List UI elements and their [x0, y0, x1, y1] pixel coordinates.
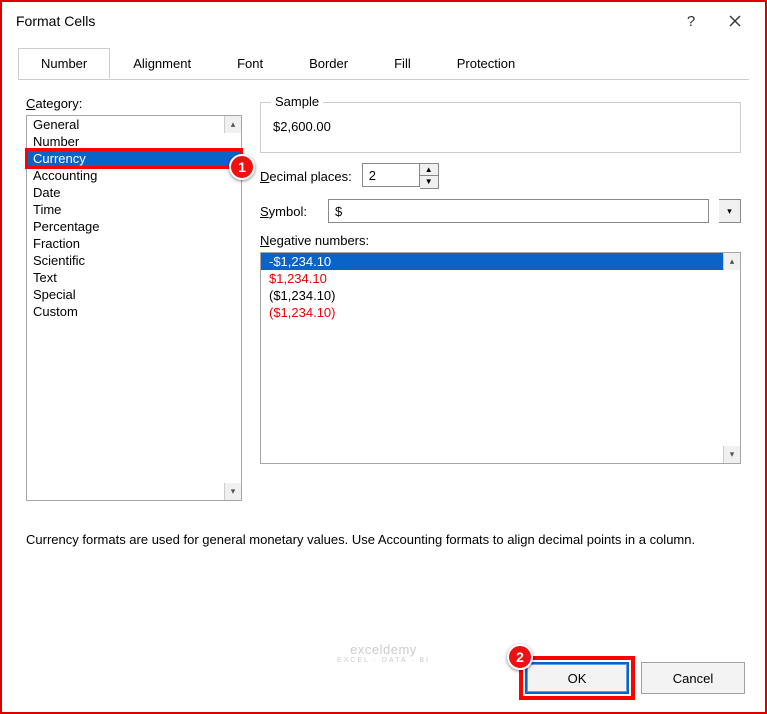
- tab-alignment[interactable]: Alignment: [110, 48, 214, 79]
- negative-scroll-down[interactable]: ▾: [723, 446, 740, 463]
- ok-button[interactable]: OK: [525, 662, 629, 694]
- tab-strip: Number Alignment Font Border Fill Protec…: [18, 48, 749, 80]
- decimal-label: Decimal places:: [260, 169, 352, 184]
- help-button[interactable]: ?: [669, 6, 713, 36]
- format-cells-dialog: Format Cells ? Number Alignment Font Bor…: [0, 0, 767, 714]
- tab-protection[interactable]: Protection: [434, 48, 539, 79]
- category-general[interactable]: General: [27, 116, 241, 133]
- negative-list[interactable]: -$1,234.10 $1,234.10 ($1,234.10) ($1,234…: [260, 252, 741, 464]
- tab-fill[interactable]: Fill: [371, 48, 434, 79]
- tab-border[interactable]: Border: [286, 48, 371, 79]
- negative-section: Negative numbers: -$1,234.10 $1,234.10 (…: [260, 233, 741, 464]
- symbol-select[interactable]: $: [328, 199, 709, 223]
- callout-2: 2: [507, 644, 533, 670]
- cancel-button[interactable]: Cancel: [641, 662, 745, 694]
- category-panel: Category: General Number Currency Accoun…: [26, 96, 242, 501]
- decimal-spinner[interactable]: ▲ ▼: [362, 163, 439, 189]
- titlebar: Format Cells ?: [2, 2, 765, 40]
- category-label: Category:: [26, 96, 242, 111]
- decimal-row: Decimal places: ▲ ▼: [260, 163, 741, 189]
- description-text: Currency formats are used for general mo…: [26, 531, 726, 549]
- category-number[interactable]: Number: [27, 133, 241, 150]
- negative-scroll-up[interactable]: ▴: [723, 253, 740, 270]
- category-scroll-down[interactable]: ▾: [224, 483, 241, 500]
- category-accounting[interactable]: Accounting: [27, 167, 241, 184]
- sample-box: Sample $2,600.00: [260, 102, 741, 153]
- category-special[interactable]: Special: [27, 286, 241, 303]
- decimal-down[interactable]: ▼: [420, 176, 438, 188]
- negative-item-1[interactable]: $1,234.10: [261, 270, 740, 287]
- category-list[interactable]: General Number Currency Accounting Date …: [26, 115, 242, 501]
- watermark: exceldemy EXCEL · DATA · BI: [337, 642, 430, 664]
- category-text[interactable]: Text: [27, 269, 241, 286]
- category-time[interactable]: Time: [27, 201, 241, 218]
- category-currency[interactable]: Currency: [27, 150, 241, 167]
- decimal-input[interactable]: [362, 163, 420, 187]
- negative-item-2[interactable]: ($1,234.10): [261, 287, 740, 304]
- category-scientific[interactable]: Scientific: [27, 252, 241, 269]
- tab-font[interactable]: Font: [214, 48, 286, 79]
- symbol-label: Symbol:: [260, 204, 318, 219]
- negative-item-3[interactable]: ($1,234.10): [261, 304, 740, 321]
- button-bar: 2 OK Cancel: [525, 662, 745, 694]
- callout-1: 1: [229, 154, 255, 180]
- symbol-row: Symbol: $ ▾: [260, 199, 741, 223]
- sample-value: $2,600.00: [273, 119, 728, 134]
- settings-panel: Sample $2,600.00 Decimal places: ▲ ▼ Sym…: [260, 96, 741, 501]
- sample-label: Sample: [271, 94, 323, 109]
- dialog-title: Format Cells: [16, 13, 669, 29]
- category-percentage[interactable]: Percentage: [27, 218, 241, 235]
- symbol-dropdown-arrow[interactable]: ▾: [719, 199, 741, 223]
- category-fraction[interactable]: Fraction: [27, 235, 241, 252]
- category-custom[interactable]: Custom: [27, 303, 241, 320]
- negative-item-0[interactable]: -$1,234.10: [261, 253, 740, 270]
- tab-number[interactable]: Number: [18, 48, 110, 79]
- decimal-up[interactable]: ▲: [420, 164, 438, 176]
- category-scroll-up[interactable]: ▴: [224, 116, 241, 133]
- negative-label: Negative numbers:: [260, 233, 369, 248]
- category-date[interactable]: Date: [27, 184, 241, 201]
- close-button[interactable]: [713, 6, 757, 36]
- dialog-body: Category: General Number Currency Accoun…: [2, 80, 765, 511]
